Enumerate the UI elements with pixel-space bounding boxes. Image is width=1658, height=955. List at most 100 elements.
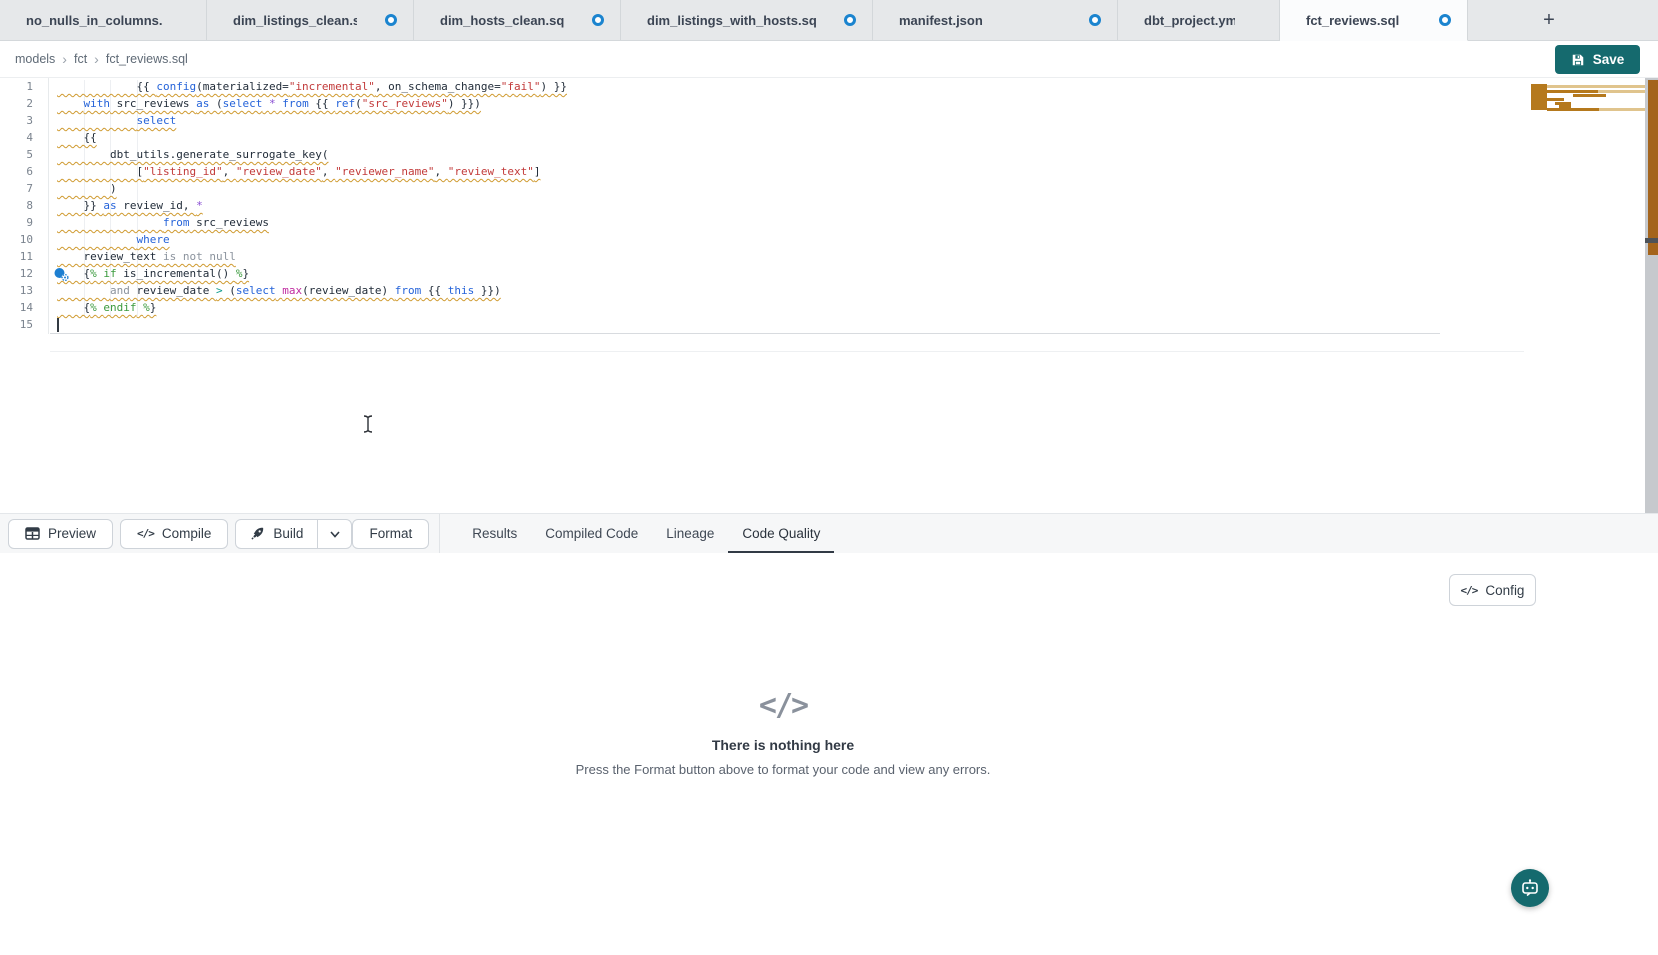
minimap-bar	[1547, 108, 1599, 111]
line-number: 2	[0, 95, 33, 112]
tab-dim_listings_with_hosts.sql[interactable]: dim_listings_with_hosts.sql	[621, 0, 873, 40]
editor-minimap[interactable]	[1531, 82, 1645, 112]
text-cursor	[57, 318, 59, 332]
scrollbar-thumb[interactable]	[1645, 238, 1658, 243]
copilot-chat-button[interactable]	[1511, 869, 1549, 907]
tab-manifest.json[interactable]: manifest.json	[873, 0, 1118, 40]
code-line-15[interactable]: 15	[0, 316, 1645, 333]
chevron-right-icon: ›	[94, 51, 99, 67]
breadcrumb-item[interactable]: fct_reviews.sql	[106, 52, 188, 66]
tab-results[interactable]: Results	[458, 514, 531, 554]
scrollbar-warning-marks	[1648, 80, 1658, 255]
line-number: 4	[0, 129, 33, 146]
format-button[interactable]: Format	[352, 519, 429, 549]
button-label: Format	[369, 526, 412, 541]
active-line-border	[50, 333, 1440, 334]
tab-dim_listings_clean.sql[interactable]: dim_listings_clean.sql	[207, 0, 414, 40]
code-editor[interactable]: 1 {{ config(materialized="incremental", …	[0, 78, 1645, 513]
minimap-bar	[1598, 90, 1645, 93]
code-line-2[interactable]: 2 with src_reviews as (select * from {{ …	[0, 95, 1645, 112]
unsaved-changes-dot	[592, 14, 604, 26]
code-lines: 1 {{ config(materialized="incremental", …	[0, 78, 1645, 333]
code-line-12[interactable]: 12 {% if is_incremental() %}	[0, 265, 1645, 282]
code-line-6[interactable]: 6 ["listing_id", "review_date", "reviewe…	[0, 163, 1645, 180]
compile-button[interactable]: </>Compile	[120, 519, 228, 549]
minimap-bar	[1547, 85, 1645, 88]
tab-fct_reviews.sql[interactable]: fct_reviews.sql	[1280, 0, 1468, 41]
build-split-button: Build	[235, 519, 352, 549]
tab-compiled-code[interactable]: Compiled Code	[531, 514, 652, 554]
code-line-text: select	[57, 112, 176, 129]
tab-label: no_nulls_in_columns.sql	[26, 13, 162, 28]
code-line-11[interactable]: 11 review_text is not null	[0, 248, 1645, 265]
minimap-bar	[1599, 108, 1645, 111]
build-button-label: Build	[273, 526, 303, 541]
code-line-text: {% endif %}	[57, 299, 156, 316]
tab-code-quality[interactable]: Code Quality	[728, 514, 834, 554]
tab-no_nulls_in_columns.sql[interactable]: no_nulls_in_columns.sql	[0, 0, 207, 40]
build-button[interactable]: Build	[236, 520, 317, 548]
minimap-bar	[1542, 98, 1564, 101]
code-line-text: where	[57, 231, 170, 248]
line-number: 3	[0, 112, 33, 129]
code-line-7[interactable]: 7 )	[0, 180, 1645, 197]
button-label: Preview	[48, 526, 96, 541]
code-line-5[interactable]: 5 dbt_utils.generate_surrogate_key(	[0, 146, 1645, 163]
code-slash-icon: </>	[0, 688, 1566, 723]
code-quality-panel: </> Config </> There is nothing here Pre…	[0, 553, 1658, 955]
line-number: 13	[0, 282, 33, 299]
preview-button[interactable]: Preview	[8, 519, 113, 549]
line-number: 14	[0, 299, 33, 316]
code-line-10[interactable]: 10 where	[0, 231, 1645, 248]
code-line-text: and review_date > (select max(review_dat…	[57, 282, 501, 299]
tab-dbt_project.yml[interactable]: dbt_project.yml	[1118, 0, 1280, 40]
code-line-1[interactable]: 1 {{ config(materialized="incremental", …	[0, 78, 1645, 95]
unsaved-changes-dot	[385, 14, 397, 26]
new-tab-button[interactable]: +	[1536, 7, 1562, 33]
code-line-4[interactable]: 4 {{	[0, 129, 1645, 146]
code-line-text: {% if is_incremental() %}	[57, 265, 249, 282]
empty-state-subtitle: Press the Format button above to format …	[0, 762, 1566, 777]
unsaved-changes-dot	[1439, 14, 1451, 26]
breadcrumb-item[interactable]: fct	[74, 52, 87, 66]
minimap-bar	[1540, 90, 1598, 93]
tab-lineage[interactable]: Lineage	[652, 514, 728, 554]
line-number: 5	[0, 146, 33, 163]
build-options-caret[interactable]	[317, 520, 351, 548]
editor-action-toolbar: Preview </>Compile Build Format ResultsCompi…	[0, 513, 1658, 553]
unsaved-changes-dot	[1089, 14, 1101, 26]
line-number: 12	[0, 265, 33, 282]
code-line-text: with src_reviews as (select * from {{ re…	[57, 95, 481, 112]
code-line-8[interactable]: 8 }} as review_id, *	[0, 197, 1645, 214]
unsaved-changes-dot	[844, 14, 856, 26]
code-line-text: dbt_utils.generate_surrogate_key(	[57, 146, 329, 163]
line-number: 1	[0, 78, 33, 95]
tab-label: dim_hosts_clean.sql	[440, 13, 564, 28]
line-number: 6	[0, 163, 33, 180]
line-number: 11	[0, 248, 33, 265]
code-line-text: )	[57, 180, 117, 197]
minimap-bar	[1573, 94, 1606, 97]
rocket-icon	[250, 526, 265, 541]
save-button[interactable]: Save	[1555, 45, 1640, 74]
quick-fix-icon[interactable]	[53, 267, 70, 282]
floppy-disk-icon	[1571, 53, 1585, 67]
line-number: 8	[0, 197, 33, 214]
tab-dim_hosts_clean.sql[interactable]: dim_hosts_clean.sql	[414, 0, 621, 40]
tab-label: manifest.json	[899, 13, 983, 28]
code-line-9[interactable]: 9 from src_reviews	[0, 214, 1645, 231]
result-tab-bar: ResultsCompiled CodeLineageCode Quality	[458, 514, 834, 554]
code-line-3[interactable]: 3 select	[0, 112, 1645, 129]
breadcrumb-item[interactable]: models	[15, 52, 55, 66]
code-line-text: ["listing_id", "review_date", "reviewer_…	[57, 163, 540, 180]
line-number: 15	[0, 316, 33, 333]
code-line-13[interactable]: 13 and review_date > (select max(review_…	[0, 282, 1645, 299]
code-line-text: review_text is not null	[57, 248, 236, 265]
line-number: 7	[0, 180, 33, 197]
minimap-bar	[1531, 84, 1547, 110]
code-line-14[interactable]: 14 {% endif %}	[0, 299, 1645, 316]
chevron-down-icon	[329, 528, 341, 540]
breadcrumb: models›fct›fct_reviews.sql	[0, 51, 188, 67]
toolbar-divider	[439, 514, 440, 554]
code-line-text: {{ config(materialized="incremental", on…	[57, 78, 567, 95]
